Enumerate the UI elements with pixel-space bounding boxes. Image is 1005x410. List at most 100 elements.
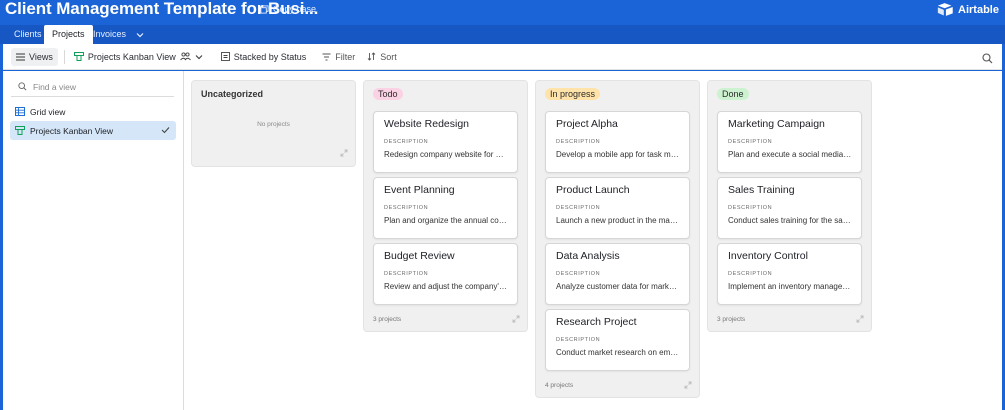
card-title: Event Planning xyxy=(384,184,455,196)
card-field-label: DESCRIPTION xyxy=(728,271,773,277)
card-title: Sales Training xyxy=(728,184,795,196)
sidebar-item-label: Projects Kanban View xyxy=(30,125,114,136)
check-icon xyxy=(161,127,170,134)
kanban-column-todo: Todo Website Redesign DESCRIPTION Redesi… xyxy=(363,80,528,332)
column-footer: 4 projects xyxy=(536,375,699,397)
copy-icon xyxy=(260,4,269,14)
views-button[interactable]: Views xyxy=(11,47,58,66)
record-card[interactable]: Marketing Campaign DESCRIPTION Plan and … xyxy=(717,111,862,173)
sidebar-item-label: Grid view xyxy=(30,106,66,117)
card-description: Implement an inventory management system xyxy=(728,282,852,291)
grid-icon xyxy=(15,107,25,116)
find-view-placeholder: Find a view xyxy=(33,81,76,92)
column-header[interactable]: In progress xyxy=(536,81,699,107)
card-field-label: DESCRIPTION xyxy=(384,205,429,211)
sidebar-item-projects-kanban-view[interactable]: Projects Kanban View xyxy=(10,121,176,140)
table-tab-bar: Clients Projects Invoices xyxy=(0,25,1005,44)
tab-clients[interactable]: Clients xyxy=(6,25,50,44)
card-description: Review and adjust the company's budget xyxy=(384,282,508,291)
card-description: Redesign company website for better user… xyxy=(384,150,508,159)
record-card[interactable]: Inventory Control DESCRIPTION Implement … xyxy=(717,243,862,305)
stack-icon xyxy=(220,52,230,61)
card-title: Research Project xyxy=(556,316,637,328)
empty-column-text: No projects xyxy=(257,121,290,128)
search-icon xyxy=(18,82,27,91)
card-title: Budget Review xyxy=(384,250,455,262)
expand-icon[interactable] xyxy=(684,381,692,389)
column-header[interactable]: Uncategorized xyxy=(192,81,355,107)
kanban-board: Uncategorized No projects Todo Website R… xyxy=(184,71,1002,410)
search-button[interactable] xyxy=(982,51,993,69)
record-card[interactable]: Event Planning DESCRIPTION Plan and orga… xyxy=(373,177,518,239)
card-description: Plan and execute a social media advertis… xyxy=(728,150,852,159)
record-count: 3 projects xyxy=(373,316,402,323)
copy-base-button[interactable]: Copy base xyxy=(260,4,316,14)
record-card[interactable]: Research Project DESCRIPTION Conduct mar… xyxy=(545,309,690,371)
toolbar-divider xyxy=(63,49,65,64)
current-view-button[interactable]: Projects Kanban View xyxy=(69,48,208,66)
kanban-column-uncategorized: Uncategorized No projects xyxy=(191,80,356,167)
sort-label: Sort xyxy=(380,51,397,62)
card-field-label: DESCRIPTION xyxy=(556,205,601,211)
record-card[interactable]: Budget Review DESCRIPTION Review and adj… xyxy=(373,243,518,305)
view-toolbar: Views Projects Kanban View Stacked by St… xyxy=(3,44,1002,70)
card-description: Conduct sales training for the sales tea… xyxy=(728,216,852,225)
sort-button[interactable]: Sort xyxy=(362,48,402,66)
expand-icon[interactable] xyxy=(340,149,348,157)
card-field-label: DESCRIPTION xyxy=(384,271,429,277)
card-description: Conduct market research on emerging tren… xyxy=(556,348,680,357)
copy-base-label: Copy base xyxy=(273,4,317,14)
more-tables-button[interactable] xyxy=(132,25,148,44)
kanban-icon xyxy=(73,52,84,61)
current-view-label: Projects Kanban View xyxy=(87,51,176,62)
card-field-label: DESCRIPTION xyxy=(556,139,601,145)
title-bar: Client Management Template for Busi... C… xyxy=(0,0,1005,25)
filter-label: Filter xyxy=(335,51,356,62)
tab-invoices[interactable]: Invoices xyxy=(85,25,134,44)
record-card[interactable]: Data Analysis DESCRIPTION Analyze custom… xyxy=(545,243,690,305)
card-description: Plan and organize the annual company eve… xyxy=(384,216,508,225)
record-card[interactable]: Product Launch DESCRIPTION Launch a new … xyxy=(545,177,690,239)
card-title: Inventory Control xyxy=(728,250,808,262)
card-field-label: DESCRIPTION xyxy=(556,337,601,343)
kanban-column-in-progress: In progress Project Alpha DESCRIPTION De… xyxy=(535,80,700,398)
card-title: Product Launch xyxy=(556,184,630,196)
kanban-column-done: Done Marketing Campaign DESCRIPTION Plan… xyxy=(707,80,872,332)
sort-icon xyxy=(367,52,376,61)
airtable-brand[interactable]: Airtable xyxy=(937,2,999,17)
expand-icon[interactable] xyxy=(856,315,864,323)
record-card[interactable]: Website Redesign DESCRIPTION Redesign co… xyxy=(373,111,518,173)
status-pill: Done xyxy=(717,88,749,100)
card-title: Project Alpha xyxy=(556,118,618,130)
card-title: Data Analysis xyxy=(556,250,620,262)
record-card[interactable]: Sales Training DESCRIPTION Conduct sales… xyxy=(717,177,862,239)
view-collaborators-icon[interactable] xyxy=(179,52,191,61)
view-sidebar: Find a view Grid view Projects Kanban Vi… xyxy=(3,71,184,410)
stacked-by-label: Stacked by Status xyxy=(233,51,307,62)
sidebar-item-grid-view[interactable]: Grid view xyxy=(10,102,176,121)
stacked-by-button[interactable]: Stacked by Status xyxy=(216,48,312,66)
search-icon xyxy=(982,53,993,64)
record-count: 4 projects xyxy=(545,382,574,389)
card-field-label: DESCRIPTION xyxy=(728,139,773,145)
brand-name: Airtable xyxy=(958,3,999,16)
menu-icon xyxy=(16,53,25,60)
chevron-down-icon xyxy=(136,32,144,37)
expand-icon[interactable] xyxy=(512,315,520,323)
card-description: Develop a mobile app for task management xyxy=(556,150,680,159)
find-view-input[interactable]: Find a view xyxy=(11,77,174,97)
column-header[interactable]: Done xyxy=(708,81,871,107)
kanban-icon xyxy=(15,126,25,135)
record-card[interactable]: Project Alpha DESCRIPTION Develop a mobi… xyxy=(545,111,690,173)
status-pill: In progress xyxy=(545,88,601,100)
filter-button[interactable]: Filter xyxy=(317,48,360,66)
column-footer: 3 projects xyxy=(708,309,871,331)
card-field-label: DESCRIPTION xyxy=(384,139,429,145)
filter-icon xyxy=(322,53,331,60)
card-description: Analyze customer data for market insight… xyxy=(556,282,680,291)
column-title: Uncategorized xyxy=(201,89,264,99)
status-pill: Todo xyxy=(373,88,403,100)
chevron-down-icon[interactable] xyxy=(195,53,203,61)
column-header[interactable]: Todo xyxy=(364,81,527,107)
main-content: Find a view Grid view Projects Kanban Vi… xyxy=(3,71,1002,410)
